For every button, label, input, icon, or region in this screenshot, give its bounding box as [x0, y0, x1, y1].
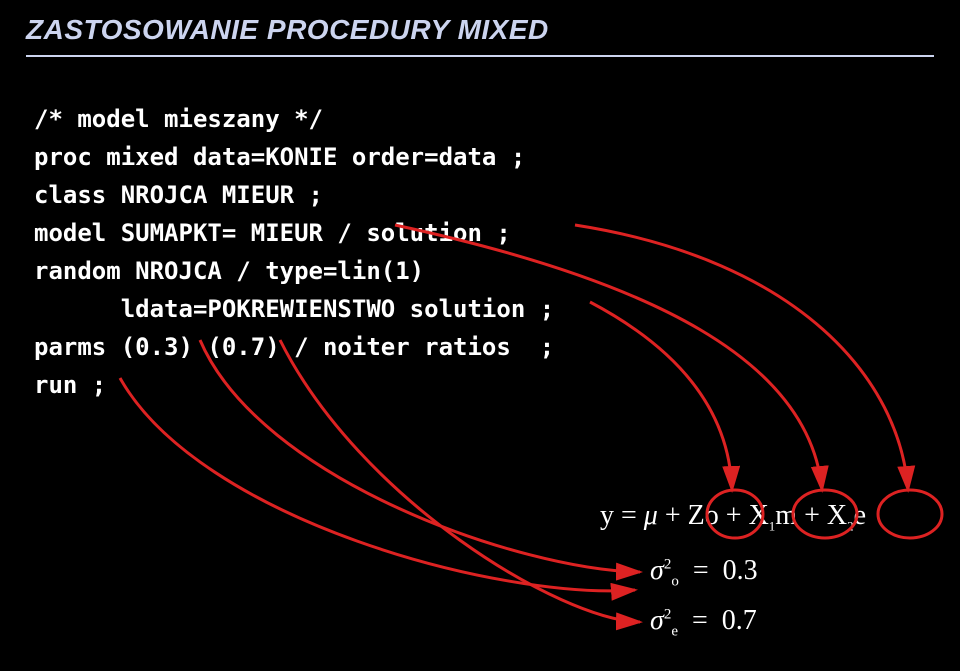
slide-title: ZASTOSOWANIE PROCEDURY MIXED — [26, 14, 549, 46]
sigma-o: σ — [650, 555, 664, 586]
sigma-e: σ — [650, 605, 664, 636]
eq-plus-2: + — [726, 500, 742, 531]
eq-y: y — [600, 500, 614, 531]
eq-plus-1: + — [665, 500, 681, 531]
arrow-run-icon — [120, 378, 635, 591]
equation-sigma-o: σ2o = 0.3 — [650, 555, 758, 591]
eq-plus-3: + — [804, 500, 820, 531]
sigma-o-sub: o — [671, 574, 679, 590]
sigma-e-sup: 2 — [664, 607, 672, 623]
arrow-random-sol-icon — [590, 302, 732, 490]
eq-X1: X — [749, 500, 769, 531]
eq-m: m — [775, 500, 797, 531]
sigma-o-sup: 2 — [664, 557, 672, 573]
equation-sigma-e: σ2e = 0.7 — [650, 605, 757, 641]
title-underline — [26, 55, 934, 57]
circle-x2e-icon — [878, 490, 942, 538]
code-block: /* model mieszany */ proc mixed data=KON… — [34, 100, 554, 404]
val-03: 0.3 — [723, 555, 758, 586]
eq-mu: μ — [644, 500, 658, 531]
eq-eq-o: = — [693, 555, 709, 586]
equation-model: y = μ + Zo + X1m + X2e — [600, 500, 866, 535]
sigma-e-sub: e — [671, 624, 678, 640]
val-07: 0.7 — [722, 605, 757, 636]
arrow-model-sol-icon — [575, 225, 908, 490]
eq-Zo: Zo — [688, 500, 719, 531]
eq-eq-e: = — [692, 605, 708, 636]
eq-e: e — [854, 500, 866, 531]
eq-X2: X — [827, 500, 847, 531]
eq-eq: = — [621, 500, 637, 531]
